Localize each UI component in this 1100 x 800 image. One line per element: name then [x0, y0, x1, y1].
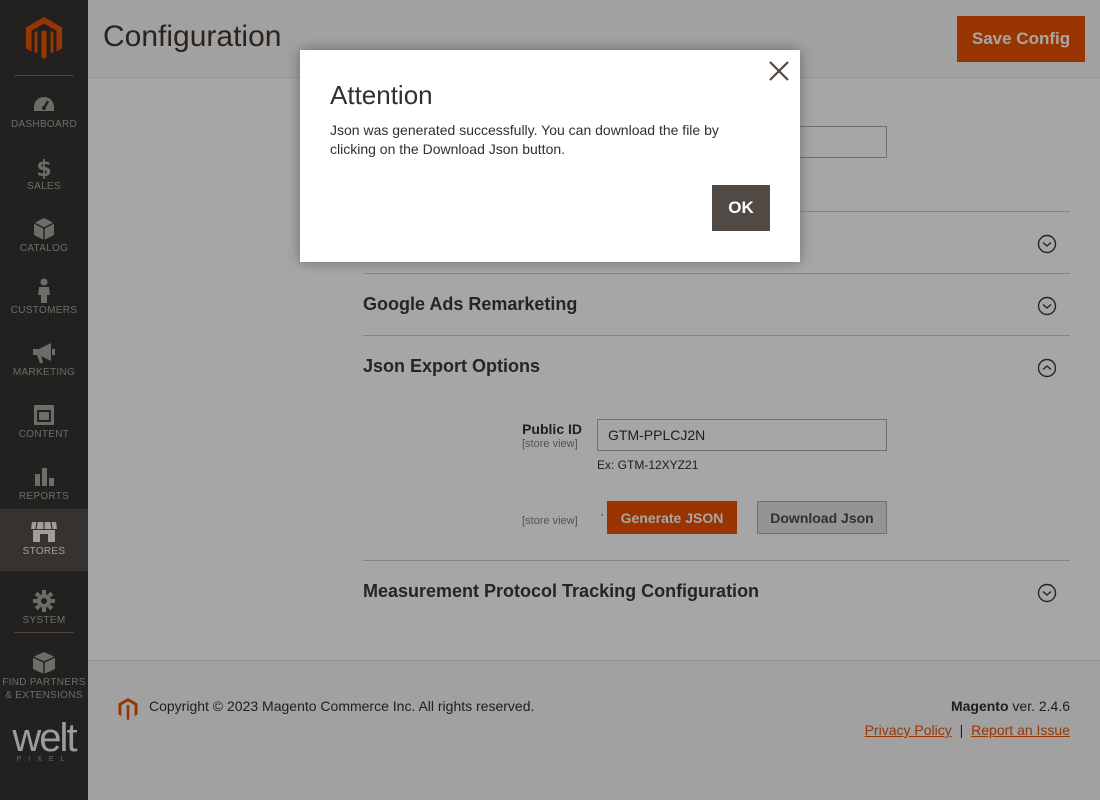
modal-message: Json was generated successfully. You can… — [330, 122, 719, 157]
modal-title: Attention — [330, 80, 433, 110]
close-button[interactable] — [766, 58, 792, 84]
close-icon — [769, 61, 789, 81]
ok-button[interactable]: OK — [712, 185, 770, 231]
attention-modal: Attention Json was generated successfull… — [300, 50, 800, 262]
